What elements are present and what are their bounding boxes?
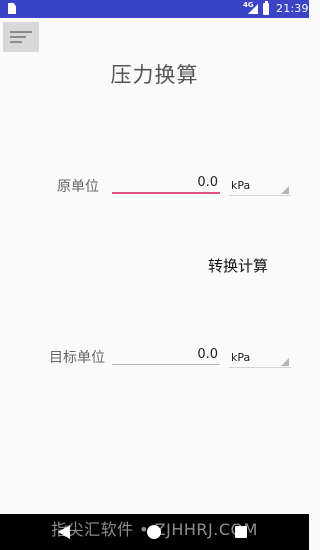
source-value-input[interactable] [112,171,220,193]
sim-card-icon [8,3,16,14]
target-value-input[interactable] [112,343,220,365]
target-unit-label: 目标单位 [49,350,105,366]
battery-icon [263,1,269,15]
convert-button[interactable]: 转换计算 [202,252,274,280]
menu-icon [10,31,32,46]
back-icon[interactable] [58,525,70,539]
network-type: 4G [243,1,254,9]
dropdown-arrow-icon [281,358,289,366]
source-unit-value: kPa [231,179,251,192]
source-unit-label: 原单位 [57,179,99,195]
page-title: 压力换算 [110,63,199,87]
source-unit-select[interactable]: kPa [229,176,291,196]
status-clock: 21:39 [276,2,309,15]
status-bar: 4G 21:39 [0,0,309,18]
navigation-bar [0,514,309,550]
recent-apps-icon[interactable] [235,526,247,538]
dropdown-arrow-icon [281,186,289,194]
target-unit-value: kPa [231,351,251,364]
target-unit-select[interactable]: kPa [229,348,291,368]
target-input-underline [112,364,220,365]
menu-button[interactable] [3,22,39,52]
source-input-underline [112,192,220,194]
source-select-underline [229,195,291,196]
home-icon[interactable] [147,525,161,539]
target-select-underline [229,367,291,368]
